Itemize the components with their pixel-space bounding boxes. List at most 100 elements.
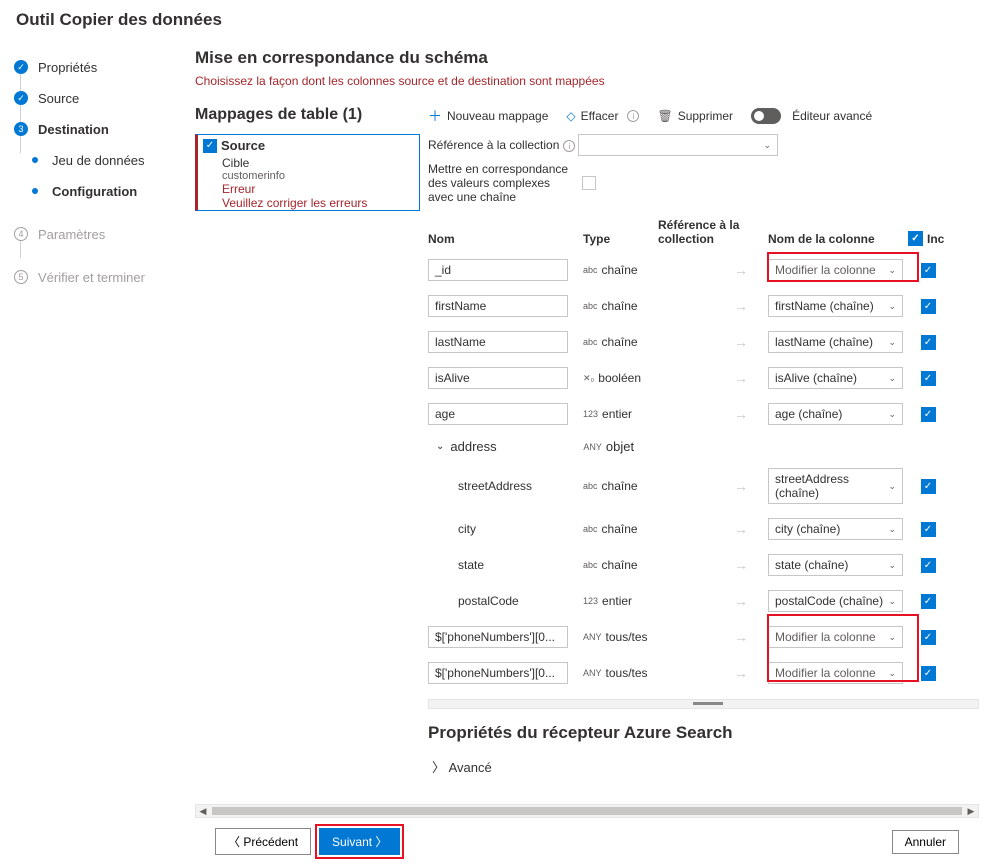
clear-button[interactable]: ◇Effaceri [566, 109, 639, 123]
chevron-down-icon: ⌄ [888, 596, 896, 607]
ref-cell: → [658, 629, 768, 645]
include-checkbox[interactable]: ✓ [921, 479, 936, 494]
schema-row: stateabcchaîne→state (chaîne)⌄✓ [428, 547, 979, 583]
include-cell: ✓ [908, 594, 948, 609]
field-name: city [428, 522, 583, 536]
column-select[interactable]: isAlive (chaîne)⌄ [768, 367, 903, 389]
step-parameters[interactable]: 4 Paramètres [0, 219, 195, 250]
include-checkbox[interactable]: ✓ [921, 299, 936, 314]
expand-address[interactable]: ⌄addressANYobjet [428, 432, 979, 461]
include-cell: ✓ [908, 263, 948, 278]
include-cell: ✓ [908, 299, 948, 314]
complex-map-checkbox[interactable] [582, 176, 596, 190]
chevron-down-icon: ⌄ [888, 337, 896, 348]
include-checkbox[interactable]: ✓ [921, 263, 936, 278]
header-name: Nom [428, 232, 583, 246]
field-name[interactable]: _id [428, 259, 568, 281]
plus-icon: ＋ [428, 106, 442, 126]
collection-ref-select[interactable]: ⌄ [578, 134, 778, 156]
scroll-left-icon[interactable]: ◀ [196, 805, 210, 817]
step-label: Jeu de données [52, 153, 145, 168]
field-name[interactable]: age [428, 403, 568, 425]
scroll-thumb[interactable] [212, 807, 962, 815]
arrow-icon: → [734, 334, 748, 350]
include-checkbox[interactable]: ✓ [921, 522, 936, 537]
field-name: streetAddress [428, 479, 583, 493]
arrow-icon: → [734, 370, 748, 386]
arrow-icon: → [734, 262, 748, 278]
ref-cell: → [658, 298, 768, 314]
include-checkbox[interactable]: ✓ [921, 407, 936, 422]
field-type: abcchaîne [583, 335, 658, 349]
column-select-cell: isAlive (chaîne)⌄ [768, 367, 908, 389]
field-type: ANYtous/tes [583, 666, 658, 680]
chevron-down-icon: ⌄ [888, 301, 896, 312]
step-label: Vérifier et terminer [38, 270, 145, 285]
field-type: abcchaîne [583, 299, 658, 313]
column-select[interactable]: Modifier la colonne⌄ [768, 662, 903, 684]
field-type: abcchaîne [583, 522, 658, 536]
include-checkbox[interactable]: ✓ [921, 558, 936, 573]
page-subtitle: Choisissez la façon dont les colonnes so… [195, 74, 979, 88]
checkbox-icon[interactable]: ✓ [203, 139, 217, 153]
advanced-toggle[interactable]: 〉 Avancé [428, 753, 979, 796]
advanced-editor-toggle[interactable]: Éditeur avancé [751, 108, 872, 124]
include-checkbox[interactable]: ✓ [921, 630, 936, 645]
include-checkbox[interactable]: ✓ [921, 594, 936, 609]
field-name[interactable]: isAlive [428, 367, 568, 389]
step-configuration[interactable]: Configuration [0, 176, 195, 207]
bottom-scrollbar[interactable]: ◀ ▶ [195, 804, 979, 818]
dot-icon [32, 157, 38, 163]
chevron-down-icon: ⌄ [436, 441, 444, 452]
step-label: Source [38, 91, 79, 106]
cancel-button[interactable]: Annuler [892, 830, 959, 854]
step-destination[interactable]: 3 Destination [0, 114, 195, 145]
field-name: state [428, 558, 583, 572]
previous-button[interactable]: 〈 Précédent [215, 828, 311, 855]
field-type: abcchaîne [583, 479, 658, 493]
field-name[interactable]: lastName [428, 331, 568, 353]
ref-cell: → [658, 334, 768, 350]
column-select[interactable]: age (chaîne)⌄ [768, 403, 903, 425]
include-checkbox[interactable]: ✓ [921, 371, 936, 386]
field-name[interactable]: $['phoneNumbers'][0... [428, 626, 568, 648]
header-inc: ✓Inc [908, 231, 948, 246]
column-select[interactable]: Modifier la colonne⌄ [768, 259, 903, 281]
step-properties[interactable]: Propriétés [0, 52, 195, 83]
source-label: Source [221, 138, 265, 153]
step-number-icon: 5 [14, 270, 28, 284]
horizontal-scrollbar[interactable] [428, 699, 979, 709]
next-button[interactable]: Suivant 〉 [319, 828, 400, 855]
mapping-table-item[interactable]: ✓ Source Cible customerinfo Erreur Veuil… [195, 134, 420, 211]
step-dataset[interactable]: Jeu de données [0, 145, 195, 176]
step-verify[interactable]: 5 Vérifier et terminer [0, 262, 195, 293]
target-label: Cible [198, 156, 419, 170]
field-type: abcchaîne [583, 558, 658, 572]
dot-icon [32, 188, 38, 194]
column-select[interactable]: lastName (chaîne)⌄ [768, 331, 903, 353]
column-select[interactable]: Modifier la colonne⌄ [768, 626, 903, 648]
column-select[interactable]: firstName (chaîne)⌄ [768, 295, 903, 317]
include-cell: ✓ [908, 371, 948, 386]
field-name[interactable]: $['phoneNumbers'][0... [428, 662, 568, 684]
include-cell: ✓ [908, 630, 948, 645]
include-checkbox[interactable]: ✓ [921, 335, 936, 350]
column-select[interactable]: state (chaîne)⌄ [768, 554, 903, 576]
delete-button[interactable]: 🗑Supprimer [657, 109, 733, 123]
checkbox-icon[interactable]: ✓ [908, 231, 923, 246]
column-select[interactable]: streetAddress (chaîne)⌄ [768, 468, 903, 504]
column-select[interactable]: postalCode (chaîne)⌄ [768, 590, 903, 612]
field-name: postalCode [428, 594, 583, 608]
ref-cell: → [658, 370, 768, 386]
scroll-right-icon[interactable]: ▶ [964, 805, 978, 817]
column-select[interactable]: city (chaîne)⌄ [768, 518, 903, 540]
include-checkbox[interactable]: ✓ [921, 666, 936, 681]
step-source[interactable]: Source [0, 83, 195, 114]
column-select-cell: Modifier la colonne⌄ [768, 626, 908, 648]
column-select-cell: streetAddress (chaîne)⌄ [768, 468, 908, 504]
error-label: Erreur [198, 182, 419, 196]
receiver-title: Propriétés du récepteur Azure Search [428, 723, 979, 743]
new-mapping-button[interactable]: ＋Nouveau mappage [428, 106, 548, 126]
field-name[interactable]: firstName [428, 295, 568, 317]
ref-cell: → [658, 262, 768, 278]
